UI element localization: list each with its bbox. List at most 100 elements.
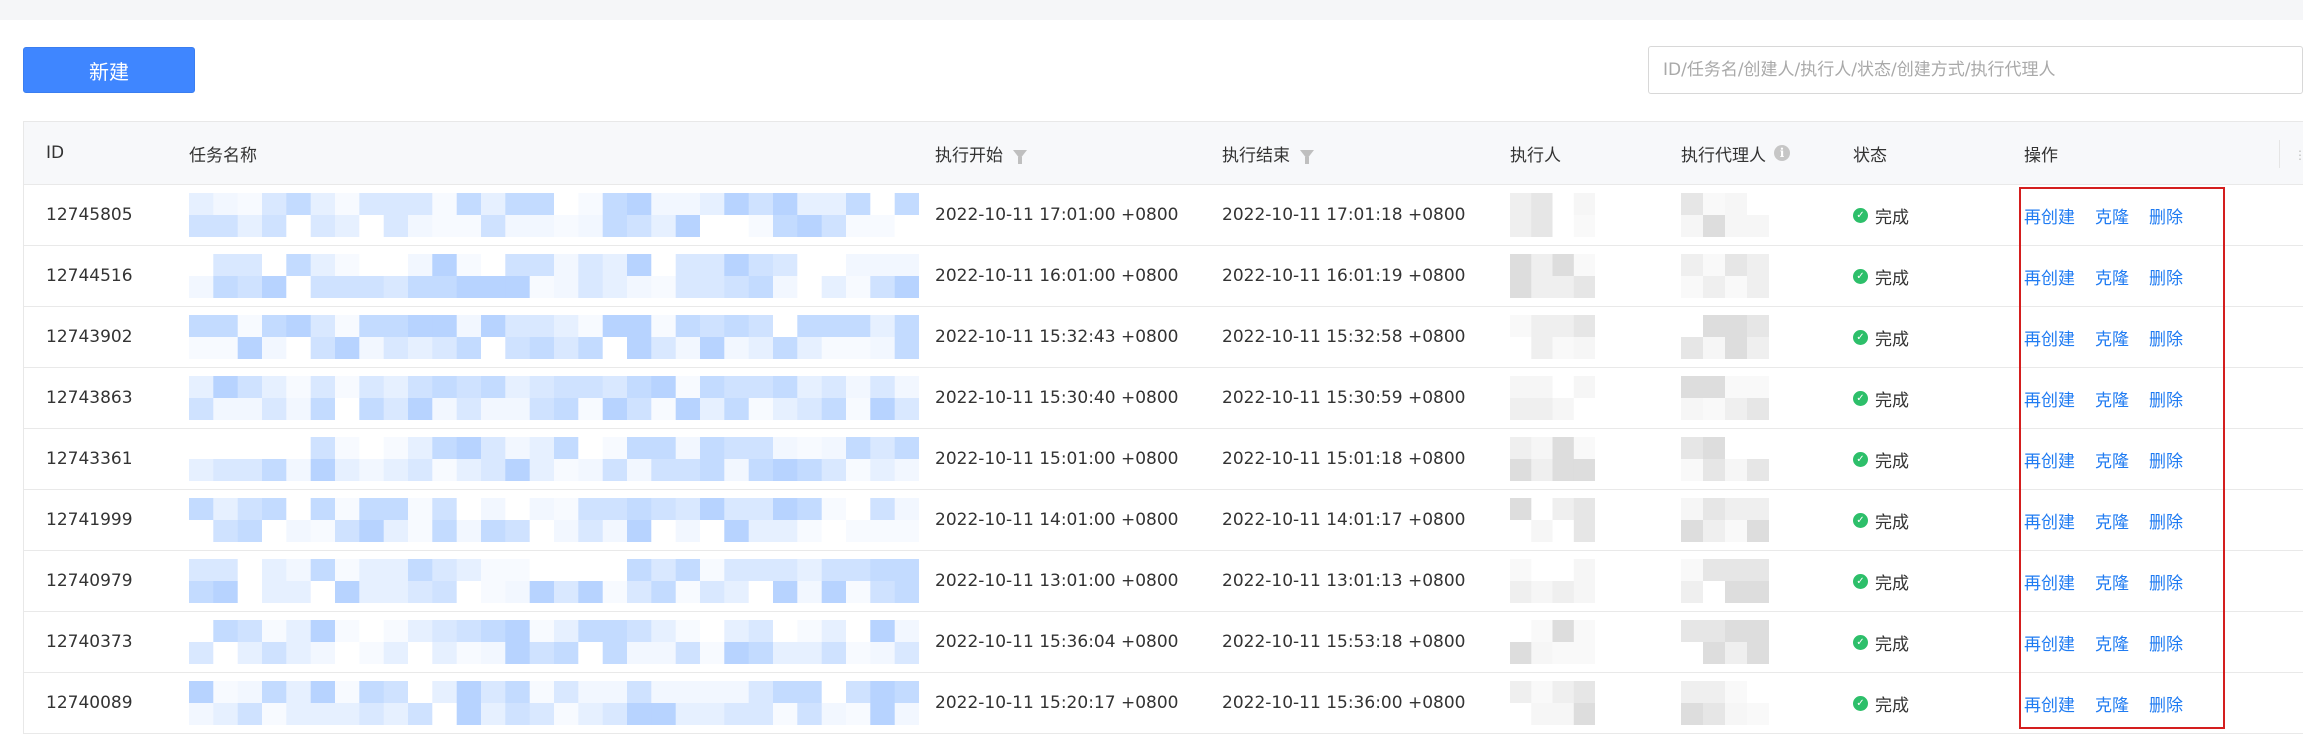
- pixelated-name: [189, 254, 919, 298]
- col-start-label: 执行开始: [935, 145, 1003, 166]
- clone-link[interactable]: 克隆: [2095, 447, 2129, 472]
- recreate-link[interactable]: 再创建: [2024, 569, 2075, 594]
- clone-link[interactable]: 克隆: [2095, 508, 2129, 533]
- ops-cell: 再创建 克隆 删除: [2024, 429, 2203, 489]
- recreate-link[interactable]: 再创建: [2024, 508, 2075, 533]
- col-agent-label: 执行代理人: [1681, 145, 1766, 166]
- task-name-redacted[interactable]: [189, 612, 919, 672]
- status-label: 完成: [1875, 451, 1909, 472]
- status-cell: ✓ 完成: [1853, 673, 1909, 733]
- search-input[interactable]: [1648, 46, 2303, 94]
- agent-redacted: [1681, 612, 1769, 672]
- pixelated-agent: [1681, 254, 1769, 298]
- agent-redacted: [1681, 368, 1769, 428]
- agent-redacted: [1681, 551, 1769, 611]
- pixelated-agent: [1681, 498, 1769, 542]
- pixelated-name: [189, 376, 919, 420]
- executor-redacted: [1510, 368, 1595, 428]
- status-cell: ✓ 完成: [1853, 368, 1909, 428]
- column-divider: [2279, 140, 2280, 168]
- task-id: 12740373: [46, 632, 133, 652]
- pixelated-name: [189, 620, 919, 664]
- filter-icon[interactable]: [1013, 149, 1027, 164]
- recreate-link[interactable]: 再创建: [2024, 386, 2075, 411]
- col-id: ID: [46, 143, 65, 163]
- end-time: 2022-10-11 16:01:19 +0800: [1222, 266, 1466, 286]
- recreate-link[interactable]: 再创建: [2024, 691, 2075, 716]
- executor-redacted: [1510, 673, 1595, 733]
- status-cell: ✓ 完成: [1853, 429, 1909, 489]
- clone-link[interactable]: 克隆: [2095, 630, 2129, 655]
- table-row: 12745805 2022-10-11 17:01:00 +0800 2022-10…: [24, 185, 2303, 246]
- status-cell: ✓ 完成: [1853, 551, 1909, 611]
- clone-link[interactable]: 克隆: [2095, 691, 2129, 716]
- recreate-link[interactable]: 再创建: [2024, 630, 2075, 655]
- status-label: 完成: [1875, 268, 1909, 289]
- status-label: 完成: [1875, 390, 1909, 411]
- pixelated-executor: [1510, 498, 1595, 542]
- task-name-redacted[interactable]: [189, 490, 919, 550]
- delete-link[interactable]: 删除: [2149, 386, 2183, 411]
- delete-link[interactable]: 删除: [2149, 508, 2183, 533]
- pixelated-agent: [1681, 376, 1769, 420]
- start-time: 2022-10-11 13:01:00 +0800: [935, 571, 1179, 591]
- delete-link[interactable]: 删除: [2149, 447, 2183, 472]
- task-id: 12743361: [46, 449, 133, 469]
- delete-link[interactable]: 删除: [2149, 630, 2183, 655]
- table-row: 12740979 2022-10-11 13:01:00 +0800 2022-10…: [24, 551, 2303, 612]
- pixelated-executor: [1510, 254, 1595, 298]
- executor-redacted: [1510, 246, 1595, 306]
- delete-link[interactable]: 删除: [2149, 203, 2183, 228]
- pixelated-executor: [1510, 681, 1595, 725]
- task-name-redacted[interactable]: [189, 429, 919, 489]
- agent-redacted: [1681, 429, 1769, 489]
- start-time: 2022-10-11 15:20:17 +0800: [935, 693, 1179, 713]
- ops-cell: 再创建 克隆 删除: [2024, 307, 2203, 367]
- col-end: 执行结束: [1222, 122, 1314, 184]
- executor-redacted: [1510, 429, 1595, 489]
- col-start: 执行开始: [935, 122, 1027, 184]
- task-name-redacted[interactable]: [189, 307, 919, 367]
- pixelated-name: [189, 681, 919, 725]
- task-name-redacted[interactable]: [189, 673, 919, 733]
- recreate-link[interactable]: 再创建: [2024, 325, 2075, 350]
- status-cell: ✓ 完成: [1853, 246, 1909, 306]
- end-time: 2022-10-11 15:01:18 +0800: [1222, 449, 1466, 469]
- col-ops: 操作: [2024, 145, 2058, 166]
- info-icon[interactable]: i: [1774, 145, 1790, 161]
- end-time: 2022-10-11 15:53:18 +0800: [1222, 632, 1466, 652]
- task-name-redacted[interactable]: [189, 185, 919, 245]
- task-name-redacted[interactable]: [189, 551, 919, 611]
- pixelated-agent: [1681, 681, 1769, 725]
- pixelated-name: [189, 437, 919, 481]
- recreate-link[interactable]: 再创建: [2024, 264, 2075, 289]
- pixelated-executor: [1510, 620, 1595, 664]
- recreate-link[interactable]: 再创建: [2024, 447, 2075, 472]
- delete-link[interactable]: 删除: [2149, 691, 2183, 716]
- start-time: 2022-10-11 16:01:00 +0800: [935, 266, 1179, 286]
- pixelated-agent: [1681, 620, 1769, 664]
- column-resize-icon[interactable]: ⋮: [2294, 148, 2303, 162]
- delete-link[interactable]: 删除: [2149, 264, 2183, 289]
- clone-link[interactable]: 克隆: [2095, 569, 2129, 594]
- clone-link[interactable]: 克隆: [2095, 264, 2129, 289]
- table-row: 12743863 2022-10-11 15:30:40 +0800 2022-10…: [24, 368, 2303, 429]
- delete-link[interactable]: 删除: [2149, 325, 2183, 350]
- ops-cell: 再创建 克隆 删除: [2024, 612, 2203, 672]
- new-button[interactable]: 新建: [23, 47, 195, 93]
- task-name-redacted[interactable]: [189, 246, 919, 306]
- ops-cell: 再创建 克隆 删除: [2024, 551, 2203, 611]
- clone-link[interactable]: 克隆: [2095, 203, 2129, 228]
- delete-link[interactable]: 删除: [2149, 569, 2183, 594]
- pixelated-name: [189, 193, 919, 237]
- table-row: 12743902 2022-10-11 15:32:43 +0800 2022-10…: [24, 307, 2303, 368]
- agent-redacted: [1681, 246, 1769, 306]
- status-label: 完成: [1875, 207, 1909, 228]
- task-name-redacted[interactable]: [189, 368, 919, 428]
- filter-icon[interactable]: [1300, 149, 1314, 164]
- agent-redacted: [1681, 185, 1769, 245]
- clone-link[interactable]: 克隆: [2095, 325, 2129, 350]
- recreate-link[interactable]: 再创建: [2024, 203, 2075, 228]
- executor-redacted: [1510, 612, 1595, 672]
- clone-link[interactable]: 克隆: [2095, 386, 2129, 411]
